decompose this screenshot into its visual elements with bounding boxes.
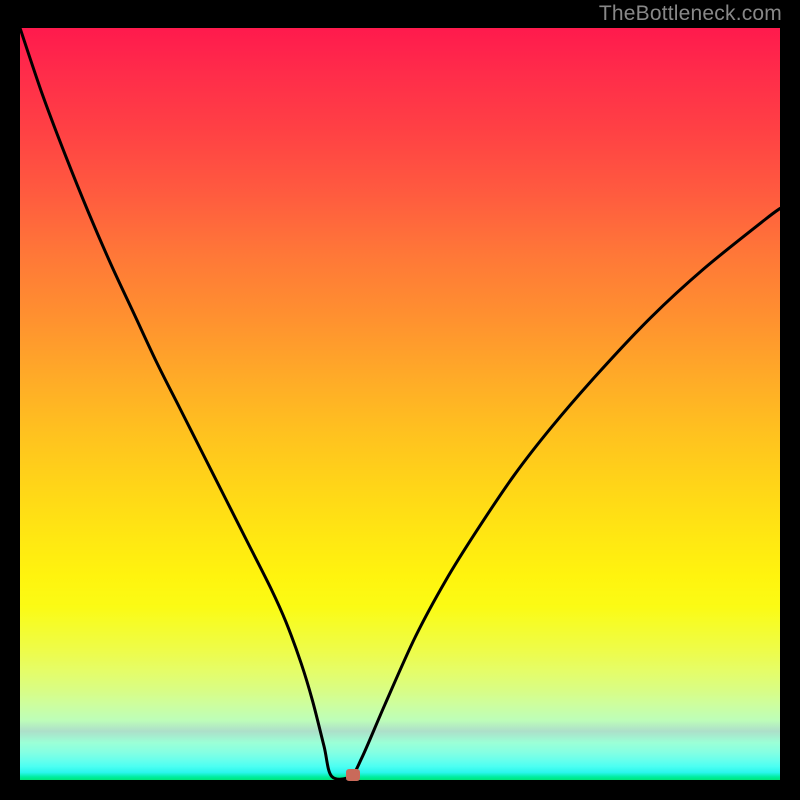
chart-curve-svg	[20, 28, 780, 780]
optimum-marker	[346, 769, 360, 781]
chart-inner	[20, 28, 780, 780]
watermark-text: TheBottleneck.com	[599, 2, 782, 26]
bottleneck-curve-path	[20, 28, 780, 779]
chart-frame	[20, 28, 780, 780]
